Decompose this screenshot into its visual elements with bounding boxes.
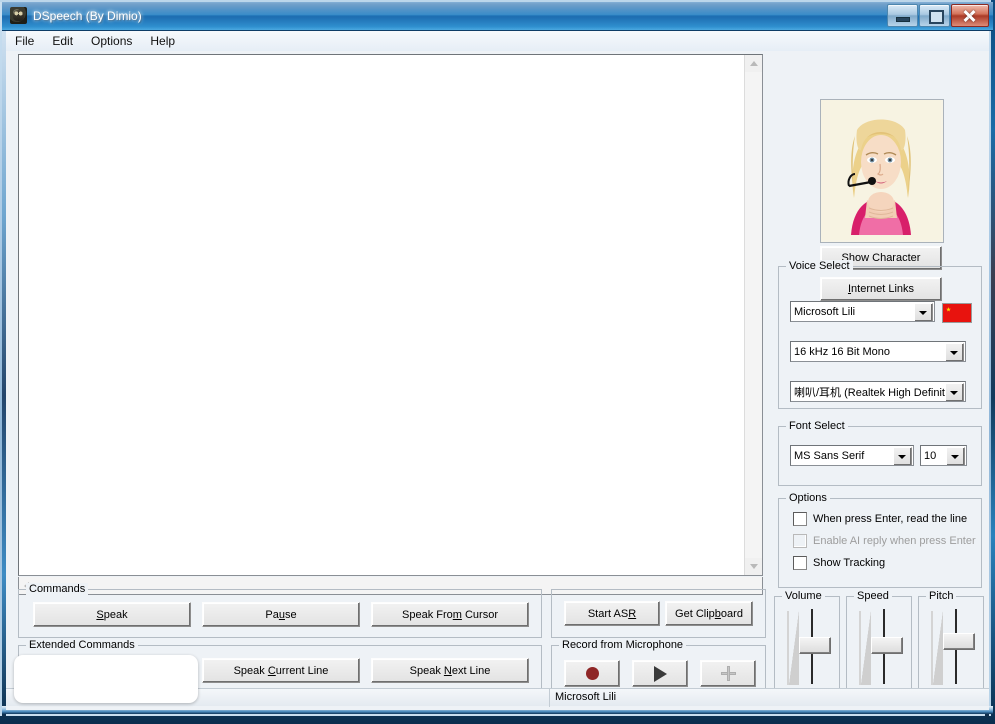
app-icon[interactable] [10,7,27,24]
window-title: DSpeech (By Dimio) [33,9,142,23]
font-size-combo[interactable]: 10 [920,445,967,466]
scroll-down-button[interactable] [745,558,762,575]
scroll-up-button[interactable] [745,55,762,72]
pause-button[interactable]: Pause [202,602,360,627]
voice-select-title: Voice Select [786,260,853,272]
character-avatar [821,100,941,240]
font-select-title: Font Select [786,420,848,432]
menu-bar: File Edit Options Help [6,31,989,52]
chevron-down-icon[interactable] [945,383,964,401]
application-window: DSpeech (By Dimio) File Edit Options Hel… [0,0,993,718]
play-button[interactable] [632,660,688,687]
checkbox-icon [793,534,807,548]
option-label: Enable AI reply when press Enter [813,535,976,547]
speed-slider-group: Speed [846,590,912,695]
text-editor [18,54,763,576]
menu-help[interactable]: Help [141,31,184,51]
pitch-slider-group: Pitch [918,590,984,695]
audio-device-value: 喇叭/耳机 (Realtek High Definiti [794,386,948,399]
chevron-up-icon [750,61,758,66]
start-asr-button[interactable]: Start ASR [564,601,660,626]
audio-format-combo[interactable]: 16 kHz 16 Bit Mono [790,341,966,362]
commands-group: Commands Speak Pause Speak From Cursor [18,583,542,638]
font-size-value: 10 [924,449,937,462]
option-read-line-on-enter[interactable]: When press Enter, read the line [793,512,967,526]
restore-button[interactable] [919,4,950,27]
record-circle-icon [585,667,599,680]
close-icon [952,5,988,26]
speak-from-cursor-button[interactable]: Speak From Cursor [371,602,529,627]
get-clipboard-button[interactable]: Get Clipboard [665,601,753,626]
option-label: When press Enter, read the line [813,513,968,525]
character-image-frame [820,99,944,243]
commands-title: Commands [26,583,89,595]
audio-device-combo[interactable]: 喇叭/耳机 (Realtek High Definiti [790,381,966,402]
speed-slider[interactable] [847,597,911,694]
play-triangle-icon [653,665,667,682]
status-right-pane: Microsoft Lili [549,689,989,707]
voice-combo-value: Microsoft Lili [794,305,856,318]
volume-slider[interactable] [775,597,839,694]
speak-current-line-button[interactable]: Speak Current Line [202,658,360,683]
menu-edit[interactable]: Edit [43,31,82,51]
add-button [700,660,756,687]
font-family-value: MS Sans Serif [794,449,865,462]
checkbox-icon[interactable] [793,556,807,570]
speed-thumb[interactable] [871,637,903,654]
title-bar[interactable]: DSpeech (By Dimio) [2,2,993,31]
text-editor-input[interactable] [19,55,744,575]
speak-next-line-button[interactable]: Speak Next Line [371,658,529,683]
checkbox-icon[interactable] [793,512,807,526]
option-ai-reply-on-enter: Enable AI reply when press Enter [793,534,976,548]
plus-icon [720,666,736,681]
option-label: Show Tracking [813,557,886,569]
pitch-thumb[interactable] [943,633,975,650]
options-title: Options [786,492,830,504]
record-button[interactable] [564,660,620,687]
minimize-icon [896,17,910,22]
extended-commands-title: Extended Commands [26,639,138,651]
volume-slider-group: Volume [774,590,840,695]
voice-combo[interactable]: Microsoft Lili [790,301,935,322]
editor-vertical-scrollbar[interactable] [744,55,762,575]
chevron-down-icon[interactable] [945,343,964,361]
title-bar-gloss [2,2,993,15]
popup-overlay[interactable] [14,655,198,703]
options-group: Options When press Enter, read the line … [778,492,982,588]
flag-china-icon [942,303,972,323]
menu-options[interactable]: Options [82,31,141,51]
volume-thumb[interactable] [799,637,831,654]
restore-icon [929,10,944,24]
voice-select-group: Voice Select Microsoft Lili 16 kHz 16 Bi… [778,260,982,409]
font-select-group: Font Select MS Sans Serif 10 [778,420,982,486]
window-controls [886,4,989,27]
font-family-combo[interactable]: MS Sans Serif [790,445,914,466]
option-show-tracking[interactable]: Show Tracking [793,556,885,570]
record-title: Record from Microphone [559,639,687,651]
chevron-down-icon [750,564,758,569]
minimize-button[interactable] [887,4,918,27]
asr-group: Start ASR Get Clipboard [551,589,766,638]
speak-button[interactable]: Speak [33,602,191,627]
close-button[interactable] [951,4,989,27]
chevron-down-icon[interactable] [893,447,912,465]
pitch-slider[interactable] [919,597,983,694]
menu-file[interactable]: File [6,31,43,51]
client-area: Show Character Internet Links Voice Sele… [6,51,989,710]
audio-format-value: 16 kHz 16 Bit Mono [794,345,890,358]
chevron-down-icon[interactable] [946,447,965,465]
chevron-down-icon[interactable] [914,303,933,321]
